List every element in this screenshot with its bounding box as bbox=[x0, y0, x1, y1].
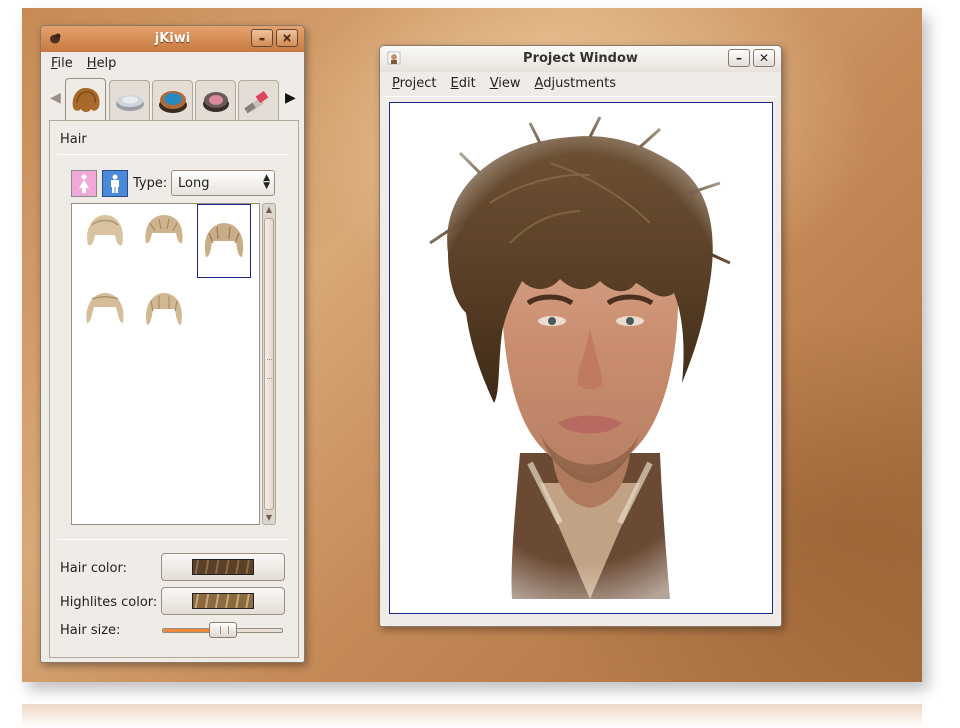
project-menubar: Project Edit View Adjustments bbox=[380, 72, 781, 94]
type-select-value: Long bbox=[178, 176, 210, 191]
hairstyle-image bbox=[204, 223, 244, 257]
tool-tabs: ◀ ▶ bbox=[47, 78, 299, 120]
close-button[interactable]: ✕ bbox=[753, 49, 775, 67]
menu-view[interactable]: View bbox=[490, 76, 521, 91]
highlites-color-label: Highlites color: bbox=[60, 595, 158, 610]
eyeshadow-icon bbox=[158, 90, 187, 113]
minimize-icon: – bbox=[259, 31, 265, 45]
type-label: Type: bbox=[133, 176, 168, 191]
close-icon: ✕ bbox=[758, 51, 770, 65]
scroll-up-icon[interactable]: ▲ bbox=[263, 204, 275, 216]
scrollbar-thumb[interactable] bbox=[264, 218, 274, 510]
hairstyle-thumb[interactable] bbox=[80, 208, 130, 258]
male-toggle[interactable] bbox=[102, 170, 128, 197]
type-select[interactable]: Long ▲ ▼ bbox=[171, 170, 275, 196]
tab-blush[interactable] bbox=[195, 80, 236, 120]
minimize-icon: – bbox=[736, 51, 742, 65]
menu-project[interactable]: Project bbox=[392, 76, 437, 91]
spin-arrows-icon: ▲ ▼ bbox=[263, 173, 270, 191]
project-titlebar[interactable]: Project Window – ✕ bbox=[380, 46, 781, 72]
hairstyle-image bbox=[146, 293, 182, 325]
scroll-down-icon[interactable]: ▼ bbox=[263, 512, 275, 524]
tab-powder[interactable] bbox=[109, 80, 150, 120]
hair-size-label: Hair size: bbox=[60, 623, 121, 638]
project-canvas[interactable] bbox=[389, 102, 773, 614]
hair-panel: Hair Type: Long ▲ ▼ ▲ ▼ Hair color: High… bbox=[49, 120, 299, 658]
desktop-reflection bbox=[22, 704, 922, 728]
female-toggle[interactable] bbox=[71, 170, 97, 197]
powder-compact-icon bbox=[115, 94, 144, 111]
jkiwi-window: jKiwi – ✕ File Help ◀ ▶ Hair Type: Long … bbox=[40, 25, 305, 663]
panel-title: Hair bbox=[60, 132, 87, 147]
minimize-button[interactable]: – bbox=[728, 49, 750, 67]
menu-adjustments[interactable]: Adjustments bbox=[535, 76, 616, 91]
hairstyle-thumb[interactable] bbox=[139, 284, 189, 334]
tab-hair[interactable] bbox=[65, 78, 106, 120]
hairstyle-thumb[interactable] bbox=[80, 284, 130, 334]
tab-eyeshadow[interactable] bbox=[152, 80, 193, 120]
highlites-color-button[interactable] bbox=[161, 587, 285, 615]
menu-file[interactable]: File bbox=[51, 56, 73, 71]
menu-help[interactable]: Help bbox=[87, 56, 117, 71]
hair-color-button[interactable] bbox=[161, 553, 285, 581]
grip-icon bbox=[267, 359, 272, 379]
panel-divider bbox=[58, 154, 288, 155]
slider-fill bbox=[163, 629, 213, 632]
slider-handle[interactable] bbox=[209, 622, 237, 638]
female-icon bbox=[79, 174, 89, 193]
tab-lipstick[interactable] bbox=[238, 80, 279, 120]
menu-edit[interactable]: Edit bbox=[451, 76, 476, 91]
project-title: Project Window bbox=[523, 51, 638, 66]
hair-icon bbox=[72, 87, 99, 112]
hair-size-slider[interactable] bbox=[162, 622, 283, 638]
hair-color-swatch bbox=[192, 559, 254, 575]
hairstyle-thumb-selected[interactable] bbox=[197, 204, 251, 278]
close-button[interactable]: ✕ bbox=[276, 29, 298, 47]
close-icon: ✕ bbox=[281, 31, 293, 45]
lipstick-icon bbox=[243, 90, 268, 113]
hairstyle-thumb[interactable] bbox=[139, 208, 189, 258]
menubar-divider bbox=[384, 96, 777, 97]
hairstyle-image bbox=[87, 215, 123, 246]
minimize-button[interactable]: – bbox=[251, 29, 273, 47]
project-window: Project Window – ✕ Project Edit View Adj… bbox=[379, 45, 782, 627]
panel-divider bbox=[58, 539, 288, 540]
highlites-color-swatch bbox=[192, 593, 254, 609]
hairstyle-image bbox=[145, 215, 183, 244]
hairstyle-gallery bbox=[71, 203, 260, 525]
jkiwi-menubar: File Help bbox=[41, 52, 304, 74]
tab-scroll-left-icon[interactable]: ◀ bbox=[50, 90, 61, 106]
jkiwi-titlebar[interactable]: jKiwi – ✕ bbox=[41, 26, 304, 52]
blush-icon bbox=[202, 91, 229, 112]
tab-scroll-right-icon[interactable]: ▶ bbox=[285, 90, 296, 106]
gallery-scrollbar[interactable]: ▲ ▼ bbox=[262, 203, 276, 525]
male-icon bbox=[111, 174, 119, 193]
hair-color-label: Hair color: bbox=[60, 561, 127, 576]
portrait-image bbox=[390, 103, 772, 613]
hairstyle-image bbox=[86, 293, 124, 323]
